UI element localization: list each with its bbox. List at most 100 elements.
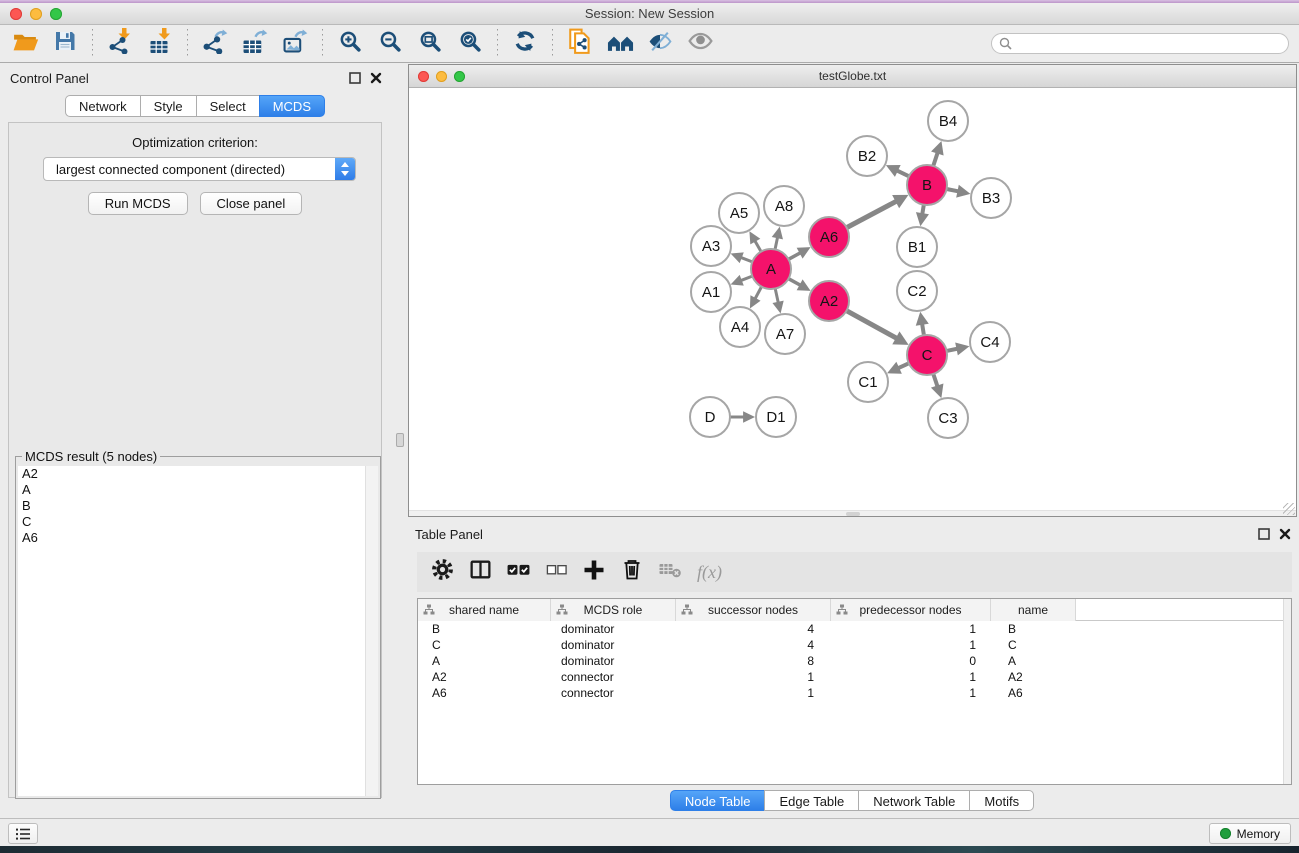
- network-home-icon: [607, 29, 634, 58]
- close-panel-button[interactable]: Close panel: [200, 192, 303, 215]
- delete-trash-button[interactable]: [615, 556, 649, 588]
- table-row[interactable]: Cdominator41C: [418, 637, 1291, 653]
- tab-edge-table[interactable]: Edge Table: [764, 790, 858, 811]
- edge-A-A6[interactable]: [789, 252, 802, 259]
- function-builder-label: f(x): [697, 562, 722, 583]
- table-cell: A6: [991, 685, 1076, 701]
- edge-A-A4[interactable]: [755, 287, 762, 300]
- result-item[interactable]: A6: [18, 530, 378, 546]
- float-panel-icon[interactable]: [349, 71, 361, 89]
- unchecked-pair-button[interactable]: [539, 556, 573, 588]
- result-item[interactable]: C: [18, 514, 378, 530]
- result-item[interactable]: A2: [18, 466, 378, 482]
- column-header-predecessor-nodes[interactable]: predecessor nodes: [831, 599, 991, 621]
- network-canvas[interactable]: B4B2BB3A8A5A6A3B1AA1C2A2A4A7C4CC1C3DD1: [409, 88, 1296, 516]
- split-view-button[interactable]: [463, 556, 497, 588]
- column-header-shared-name[interactable]: shared name: [418, 599, 551, 621]
- table-cell: dominator: [551, 621, 676, 637]
- table-row[interactable]: A2connector11A2: [418, 669, 1291, 685]
- float-panel-icon[interactable]: [1258, 527, 1270, 545]
- table-cell: A2: [991, 669, 1076, 685]
- task-history-button[interactable]: [8, 823, 38, 844]
- table-row[interactable]: Adominator80A: [418, 653, 1291, 669]
- import-table-button[interactable]: [140, 27, 180, 61]
- import-network-button[interactable]: [100, 27, 140, 61]
- edge-A-A2[interactable]: [789, 279, 802, 286]
- search-input[interactable]: [991, 33, 1289, 54]
- hide-panel-eye-button[interactable]: [640, 27, 680, 61]
- preview-eye-icon: [687, 29, 714, 58]
- export-image-button[interactable]: [275, 27, 315, 61]
- table-scrollbar[interactable]: [1283, 599, 1291, 784]
- table-cell: 1: [676, 685, 831, 701]
- save-session-button[interactable]: [45, 27, 85, 61]
- split-divider-handle[interactable]: [396, 433, 404, 447]
- column-header-successor-nodes[interactable]: successor nodes: [676, 599, 831, 621]
- network-home-button[interactable]: [600, 27, 640, 61]
- export-network-button[interactable]: [195, 27, 235, 61]
- table-cell: 0: [831, 653, 991, 669]
- result-item[interactable]: A: [18, 482, 378, 498]
- mcds-result-title: MCDS result (5 nodes): [22, 449, 160, 464]
- edge-C-C3[interactable]: [933, 374, 937, 387]
- tab-node-table[interactable]: Node Table: [670, 790, 765, 811]
- preview-eye-button[interactable]: [680, 27, 720, 61]
- open-file-button[interactable]: [5, 27, 45, 61]
- edge-B-B2[interactable]: [896, 170, 909, 176]
- window-resize-grip[interactable]: [1283, 503, 1295, 515]
- column-gear-icon: [430, 557, 455, 587]
- mcds-panel: Optimization criterion: largest connecte…: [8, 122, 382, 798]
- zoom-out-button[interactable]: [370, 27, 410, 61]
- search-icon: [999, 37, 1012, 55]
- edge-A-A5[interactable]: [754, 240, 761, 252]
- edge-A-A1[interactable]: [740, 276, 752, 281]
- toolbar-separator: [92, 29, 93, 59]
- memory-button[interactable]: Memory: [1209, 823, 1291, 844]
- result-scrollbar[interactable]: [365, 466, 378, 796]
- edge-B-B4[interactable]: [933, 152, 938, 166]
- arrowhead: [956, 185, 970, 198]
- zoom-fit-button[interactable]: [410, 27, 450, 61]
- node-table: shared nameMCDS rolesuccessor nodesprede…: [417, 598, 1292, 785]
- checked-pair-button[interactable]: [501, 556, 535, 588]
- tab-network-table[interactable]: Network Table: [858, 790, 969, 811]
- network-graph[interactable]: B4B2BB3A8A5A6A3B1AA1C2A2A4A7C4CC1C3DD1: [409, 88, 1296, 516]
- column-gear-button[interactable]: [425, 556, 459, 588]
- node-label-B2: B2: [858, 148, 876, 165]
- run-mcds-button[interactable]: Run MCDS: [88, 192, 188, 215]
- refresh-layout-button[interactable]: [505, 27, 545, 61]
- export-table-button[interactable]: [235, 27, 275, 61]
- mcds-result-list[interactable]: A2ABCA6: [18, 466, 378, 796]
- zoom-selected-button[interactable]: [450, 27, 490, 61]
- network-hscrollbar[interactable]: [409, 510, 1296, 516]
- tab-style[interactable]: Style: [140, 95, 196, 117]
- add-plus-button[interactable]: [577, 556, 611, 588]
- close-panel-icon[interactable]: [1279, 527, 1291, 545]
- column-header-name[interactable]: name: [991, 599, 1076, 621]
- column-header-MCDS-role[interactable]: MCDS role: [551, 599, 676, 621]
- close-panel-icon[interactable]: [370, 71, 382, 89]
- result-item[interactable]: B: [18, 498, 378, 514]
- edge-A6-B[interactable]: [847, 201, 898, 228]
- tab-network[interactable]: Network: [65, 95, 140, 117]
- tab-mcds[interactable]: MCDS: [259, 95, 325, 117]
- arrowhead: [931, 383, 944, 398]
- checked-pair-icon: [506, 557, 531, 587]
- edge-A2-C[interactable]: [847, 311, 898, 339]
- optimization-criterion-select[interactable]: largest connected component (directed): [43, 157, 356, 181]
- node-label-A2: A2: [820, 293, 838, 310]
- zoom-in-button[interactable]: [330, 27, 370, 61]
- toolbar-separator: [187, 29, 188, 59]
- tab-select[interactable]: Select: [196, 95, 259, 117]
- edge-A-A3[interactable]: [740, 257, 752, 262]
- edge-A-A7[interactable]: [775, 289, 778, 304]
- edge-A-A8[interactable]: [775, 236, 778, 249]
- table-row[interactable]: A6connector11A6: [418, 685, 1291, 701]
- import-network-icon: [108, 28, 133, 59]
- table-cell: 1: [831, 637, 991, 653]
- export-network-icon: [202, 29, 228, 59]
- share-document-button[interactable]: [560, 27, 600, 61]
- node-label-D1: D1: [766, 409, 785, 426]
- tab-motifs[interactable]: Motifs: [969, 790, 1034, 811]
- table-row[interactable]: Bdominator41B: [418, 621, 1291, 637]
